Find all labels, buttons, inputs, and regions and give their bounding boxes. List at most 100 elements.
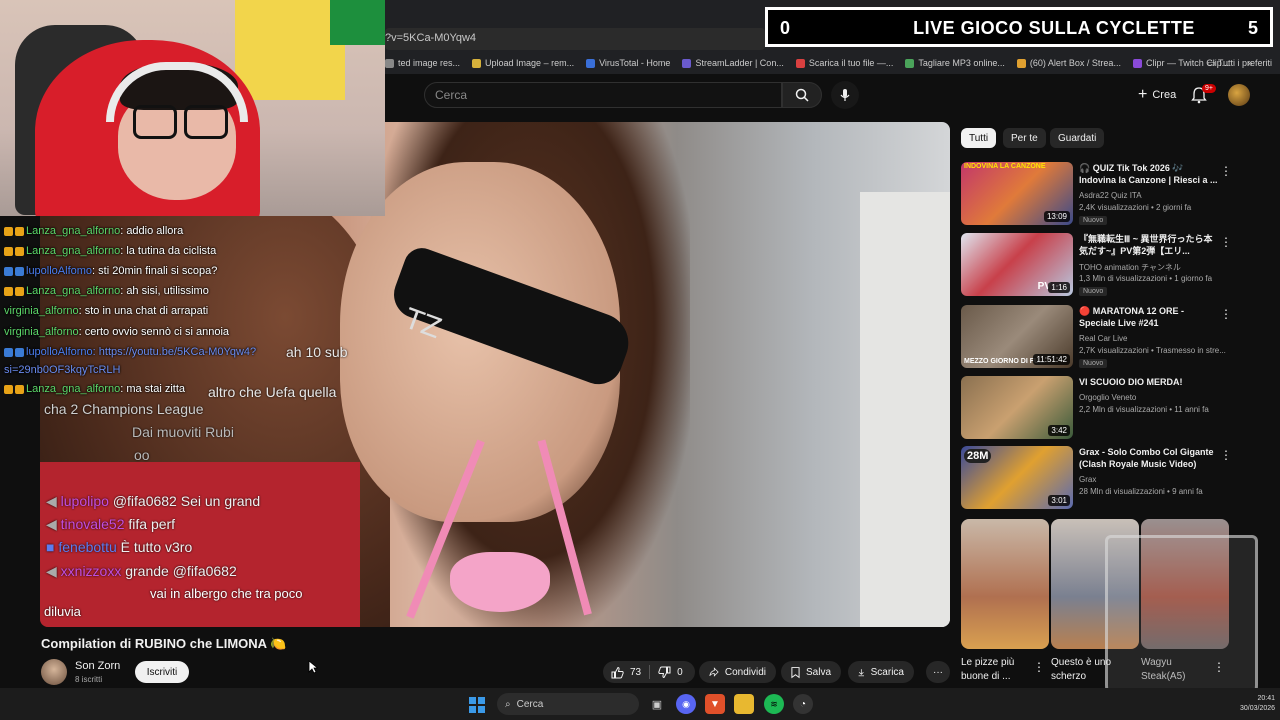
recommendation-meta: 2,2 Mln di visualizzazioni • 11 anni fa <box>1079 405 1209 414</box>
account-avatar[interactable] <box>1228 84 1250 106</box>
kebab-menu-icon[interactable]: ⋮ <box>1220 164 1232 178</box>
duration-badge: 11:51:42 <box>1033 354 1070 365</box>
create-button[interactable]: + Crea <box>1128 84 1186 106</box>
recommendation-meta: 2,4K visualizzazioni • 2 giorni fa <box>1079 203 1192 212</box>
video-thumbnail[interactable]: 3:42 <box>961 376 1073 439</box>
recommendation-item[interactable]: 28M 3:01 Grax - Solo Combo Col Gigante (… <box>961 446 1261 512</box>
share-arrow-icon <box>709 667 719 677</box>
chat-badge-icon <box>15 286 24 296</box>
stream-scoreboard: 0 LIVE GIOCO SULLA CYCLETTE 5 <box>765 7 1273 47</box>
duration-badge: 3:42 <box>1048 425 1070 436</box>
share-button[interactable]: Condividi <box>699 661 776 683</box>
recommendation-channel: Real Car Live <box>1079 334 1128 343</box>
thumbs-up-icon <box>611 666 624 678</box>
recommendation-meta: 2,7K visualizzazioni • Trasmesso in stre… <box>1079 346 1226 355</box>
kebab-menu-icon[interactable]: ⋮ <box>1220 448 1232 462</box>
download-button[interactable]: Scarica <box>848 661 914 683</box>
chat-badge-icon <box>15 246 24 256</box>
chat-message: lupolloAlforno: https://youtu.be/5KCa-M0… <box>4 346 256 358</box>
task-view-icon[interactable]: ▣ <box>647 694 667 714</box>
plus-icon: + <box>1138 86 1148 103</box>
bookmark-item[interactable]: Tagliare MP3 online... <box>905 58 1005 68</box>
bookmark-item[interactable]: StreamLadder | Con... <box>682 58 784 68</box>
brave-browser-icon[interactable]: ▼ <box>705 694 725 714</box>
taskbar-search[interactable]: ⌕ Cerca <box>497 693 639 715</box>
webcam-glasses-left <box>133 105 177 139</box>
recommendation-item[interactable]: PV 1:16 『無職転生Ⅲ ~ 異世界行ったら本気だす~』PV第2弾【エリ..… <box>961 233 1261 299</box>
video-thumbnail[interactable]: INDOVINA LA CANZONE 13:09 <box>961 162 1073 225</box>
recommendation-meta: 1,3 Mln di visualizzazioni • 1 giorno fa <box>1079 274 1213 283</box>
new-badge: Nuovo <box>1079 359 1108 368</box>
chip-for-you[interactable]: Per te <box>1003 128 1046 148</box>
file-explorer-icon[interactable] <box>734 694 754 714</box>
duration-badge: 13:09 <box>1043 211 1070 222</box>
recommendation-meta: 28 Mln di visualizzazioni • 9 anni fa <box>1079 487 1203 496</box>
streamer-webcam <box>0 0 385 216</box>
chip-all[interactable]: Tutti <box>961 128 997 148</box>
system-clock[interactable]: 20:41 30/03/2026 <box>1240 694 1275 714</box>
bookmark-favicon-icon <box>1016 58 1026 68</box>
chat-badge-icon <box>4 246 13 256</box>
recommendation-title: Grax - Solo Combo Col Gigante (Clash Roy… <box>1079 447 1214 469</box>
recommendation-channel: Grax <box>1079 475 1097 484</box>
bookmark-item[interactable]: (60) Alert Box / Strea... <box>1016 58 1121 68</box>
subscribe-button[interactable]: Iscriviti <box>135 661 189 683</box>
recommendation-item[interactable]: 3:42 VI SCUOIO DIO MERDA! Orgoglio Venet… <box>961 376 1261 442</box>
chat-message: Lanza_gna_alforno: ah sisi, utilissimo <box>4 285 209 297</box>
new-badge: Nuovo <box>1079 287 1108 296</box>
bookmark-favicon-icon <box>385 58 394 68</box>
chat-badge-icon <box>15 384 24 394</box>
address-bar[interactable]: ?v=5KCa-M0Yqw4 <box>385 28 765 50</box>
chat-message: virginia_alforno: certo ovvio sennò ci s… <box>4 326 230 338</box>
recommendation-channel: Asdra22 Quiz ITA <box>1079 191 1142 200</box>
like-button[interactable]: 73 <box>611 666 641 679</box>
webcam-glasses-right <box>184 105 228 139</box>
save-button[interactable]: Salva <box>781 661 841 683</box>
like-divider <box>649 665 651 679</box>
obs-icon[interactable]: ◔ <box>793 694 813 714</box>
bookmark-favicon-icon <box>472 58 482 68</box>
short-thumbnail[interactable] <box>961 519 1049 649</box>
bookmark-item[interactable]: ted image res... <box>385 58 460 68</box>
discord-icon[interactable]: ◉ <box>676 694 696 714</box>
search-icon <box>795 88 809 102</box>
short-title: Le pizze più buone di ... <box>961 657 1015 682</box>
spotify-icon[interactable]: ≋ <box>764 694 784 714</box>
bookmark-item[interactable]: Upload Image – rem... <box>472 58 574 68</box>
bookmark-item[interactable]: VirusTotal - Home <box>586 58 670 68</box>
video-thumbnail[interactable]: 28M 3:01 <box>961 446 1073 509</box>
channel-name[interactable]: Son Zorn <box>75 660 120 672</box>
bookmark-favicon-icon <box>1132 58 1142 68</box>
chat-message: Lanza_gna_alforno: ma stai zitta <box>4 383 185 395</box>
thumbnail-text: INDOVINA LA CANZONE <box>964 163 1046 170</box>
chip-watched[interactable]: Guardati <box>1050 128 1105 148</box>
kebab-menu-icon[interactable]: ⋮ <box>1033 660 1045 674</box>
channel-avatar[interactable] <box>41 659 67 685</box>
thumbnail-text: 28M <box>964 449 992 463</box>
download-icon <box>858 668 865 676</box>
windows-start-icon[interactable] <box>469 697 485 713</box>
kebab-menu-icon[interactable]: ⋮ <box>1220 307 1232 321</box>
more-actions-button[interactable]: ··· <box>926 661 950 683</box>
subscriber-count: 8 iscritti <box>75 675 103 684</box>
bookmark-item[interactable]: Scarica il tuo file —... <box>795 58 893 68</box>
voice-search-button[interactable] <box>831 81 859 109</box>
recommendation-item[interactable]: MEZZO GIORNO DI FU... 11:51:42 🔴 MARATON… <box>961 305 1261 371</box>
chat-message: lupolloAlfomo: sti 20min finali si scopa… <box>4 265 217 277</box>
recommendation-title: 『無職転生Ⅲ ~ 異世界行ったら本気だす~』PV第2弾【エリ... <box>1079 234 1213 256</box>
video-thumbnail[interactable]: MEZZO GIORNO DI FU... 11:51:42 <box>961 305 1073 368</box>
chat-badge-icon <box>4 347 13 357</box>
chat-message: Lanza_gna_alforno: la tutina da ciclista <box>4 245 216 257</box>
all-favorites-link[interactable]: ▭ Tutti i preferiti <box>1207 58 1272 69</box>
search-button[interactable] <box>782 82 822 108</box>
video-thumbnail[interactable]: PV 1:16 <box>961 233 1073 296</box>
recommendation-channel: Orgoglio Veneto <box>1079 393 1137 402</box>
recommendation-channel: TOHO animation チャンネル <box>1079 263 1181 272</box>
recommendation-title: VI SCUOIO DIO MERDA! <box>1079 377 1183 387</box>
dislike-button[interactable]: 0 <box>658 666 683 679</box>
search-input[interactable]: Cerca <box>424 82 782 108</box>
microphone-icon <box>840 89 850 101</box>
kebab-menu-icon[interactable]: ⋮ <box>1220 235 1232 249</box>
recommendation-item[interactable]: INDOVINA LA CANZONE 13:09 🎧 QUIZ Tik Tok… <box>961 162 1261 228</box>
chat-badge-icon <box>4 384 13 394</box>
